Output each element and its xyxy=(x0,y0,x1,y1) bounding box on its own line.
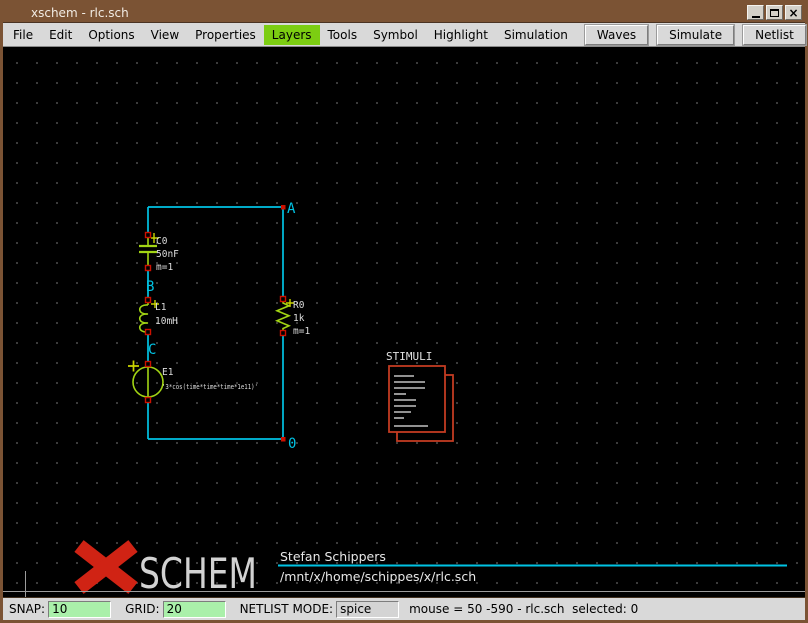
net-label-gnd[interactable]: 0 xyxy=(288,436,296,452)
titleblock-author: Stefan Schippers xyxy=(280,549,386,564)
source-name: E1 xyxy=(162,367,174,378)
inductor-name: L1 xyxy=(155,302,167,313)
source-value: '3*cos(time*time*time*1e11)' xyxy=(162,383,258,391)
simulate-button[interactable]: Simulate xyxy=(657,25,734,45)
capacitor-c0[interactable]: C0 50nF m=1 xyxy=(139,233,179,274)
xschem-logo-x-icon xyxy=(79,546,133,588)
capacitor-value: 50nF xyxy=(156,249,179,260)
menu-highlight[interactable]: Highlight xyxy=(426,25,496,45)
menu-file[interactable]: File xyxy=(5,25,41,45)
xschem-logo-text: SCHEM xyxy=(139,549,257,597)
netlist-mode-label: NETLIST MODE: xyxy=(240,602,334,616)
capacitor-mult: m=1 xyxy=(156,262,173,273)
netlist-button[interactable]: Netlist xyxy=(743,25,806,45)
menu-edit[interactable]: Edit xyxy=(41,25,80,45)
menu-view[interactable]: View xyxy=(143,25,187,45)
minimize-button[interactable] xyxy=(747,5,764,20)
stimuli-label: STIMULI xyxy=(386,350,432,363)
maximize-icon xyxy=(770,9,779,17)
title-bar[interactable]: xschem - rlc.sch × xyxy=(3,3,805,23)
snap-input[interactable] xyxy=(48,601,111,618)
menu-options[interactable]: Options xyxy=(80,25,142,45)
status-bar: SNAP: GRID: NETLIST MODE: mouse = 50 -59… xyxy=(3,597,805,620)
label-pin-a xyxy=(281,205,286,210)
net-label-a[interactable]: A xyxy=(287,201,296,217)
titleblock-path: /mnt/x/home/schippes/x/rlc.sch xyxy=(280,569,476,584)
capacitor-name: C0 xyxy=(156,236,168,247)
inductor-l1[interactable]: L1 10mH xyxy=(140,298,178,335)
menu-tools[interactable]: Tools xyxy=(320,25,366,45)
menu-properties[interactable]: Properties xyxy=(187,25,264,45)
inductor-value: 10mH xyxy=(155,316,178,327)
netlist-mode-input[interactable] xyxy=(336,601,399,618)
stimuli-symbol[interactable]: STIMULI xyxy=(386,350,453,441)
resistor-name: R0 xyxy=(293,300,305,311)
maximize-button[interactable] xyxy=(766,5,783,20)
mouse-status-text: mouse = 50 -590 - rlc.sch selected: 0 xyxy=(409,602,638,616)
snap-label: SNAP: xyxy=(9,602,45,616)
window-title: xschem - rlc.sch xyxy=(3,6,747,20)
resistor-mult: m=1 xyxy=(293,326,310,337)
net-label-c[interactable]: C xyxy=(148,342,156,358)
resistor-value: 1k xyxy=(293,313,305,324)
schematic-canvas[interactable]: C0 50nF m=1 B L1 10mH C xyxy=(3,47,805,597)
menu-layers[interactable]: Layers xyxy=(264,25,320,45)
menu-simulation[interactable]: Simulation xyxy=(496,25,576,45)
net-label-b[interactable]: B xyxy=(146,279,154,295)
menu-symbol[interactable]: Symbol xyxy=(365,25,426,45)
close-icon: × xyxy=(788,7,798,19)
source-e1[interactable]: E1 '3*cos(time*time*time*1e11)' xyxy=(128,361,258,403)
label-pin-gnd xyxy=(281,437,286,442)
title-block: SCHEM Stefan Schippers /mnt/x/home/schip… xyxy=(3,546,805,597)
menu-bar: File Edit Options View Properties Layers… xyxy=(3,23,805,47)
close-button[interactable]: × xyxy=(785,5,802,20)
grid-label: GRID: xyxy=(125,602,159,616)
xschem-window: xschem - rlc.sch × File Edit Options Vie… xyxy=(0,0,808,623)
window-controls: × xyxy=(747,5,805,20)
schematic-drawing: C0 50nF m=1 B L1 10mH C xyxy=(3,47,805,597)
minimize-icon xyxy=(752,16,760,18)
grid-input[interactable] xyxy=(163,601,226,618)
resistor-r0[interactable]: R0 1k m=1 xyxy=(277,297,310,338)
waves-button[interactable]: Waves xyxy=(585,25,648,45)
